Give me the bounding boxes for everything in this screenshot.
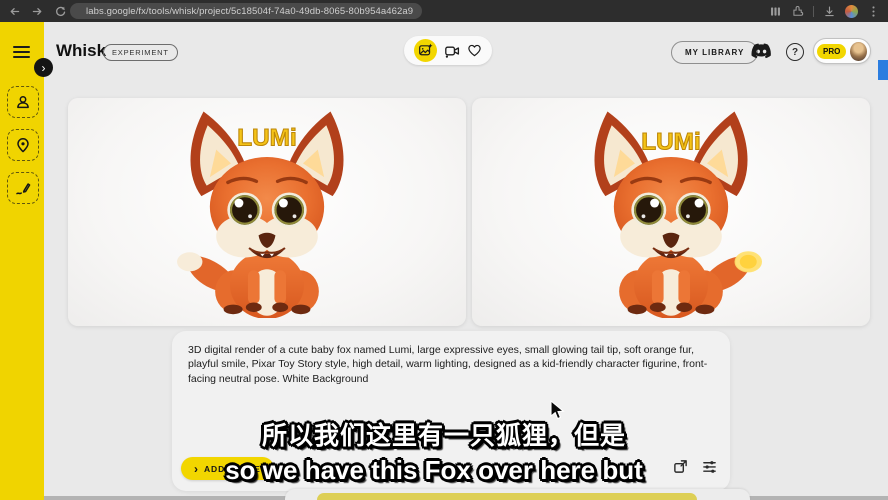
sidebar-item-subject[interactable] — [7, 86, 39, 118]
favorites-button[interactable] — [467, 43, 482, 58]
bottom-prompt-field[interactable] — [317, 493, 697, 500]
browser-menu-icon[interactable] — [867, 5, 880, 18]
reload-icon[interactable] — [50, 3, 70, 19]
divider — [813, 6, 814, 17]
chevron-right-icon: › — [42, 62, 46, 74]
forward-icon[interactable] — [27, 3, 47, 19]
fox-illustration-2: LUMi — [544, 104, 798, 318]
heart-icon — [467, 43, 482, 58]
app-window: labs.google/fx/tools/whisk/project/5c185… — [0, 0, 888, 500]
page-title: Whisk — [56, 41, 106, 61]
person-icon — [15, 94, 31, 110]
extensions-icon[interactable] — [791, 5, 804, 18]
back-icon[interactable] — [4, 3, 24, 19]
video-mode-button[interactable] — [444, 43, 460, 59]
account-button[interactable]: PRO — [813, 38, 871, 64]
generated-image-card-2[interactable]: LUMi — [472, 98, 870, 326]
mouse-cursor — [550, 400, 566, 422]
generated-image-card-1[interactable]: LUMi — [68, 98, 466, 326]
tab-groups-icon[interactable] — [769, 5, 782, 18]
browser-profile-avatar[interactable] — [845, 5, 858, 18]
sidebar-expand-button[interactable]: › — [34, 58, 53, 77]
experiment-badge: EXPERIMENT — [103, 44, 178, 61]
discord-icon[interactable] — [751, 43, 771, 59]
prompt-text[interactable]: 3D digital render of a cute baby fox nam… — [188, 343, 720, 386]
fox-name-text: LUMi — [641, 129, 700, 156]
image-sparkle-icon — [418, 43, 433, 58]
fox-illustration-1: LUMi — [140, 104, 394, 318]
user-avatar — [850, 42, 867, 61]
video-camera-icon — [444, 43, 460, 59]
subtitle-english: so we have this Fox over here but — [0, 455, 878, 486]
location-pin-icon — [15, 137, 31, 153]
sidebar-item-style[interactable] — [7, 172, 39, 204]
download-icon[interactable] — [823, 5, 836, 18]
my-library-button[interactable]: MY LIBRARY — [671, 41, 758, 64]
scrollbar-thumb[interactable] — [878, 60, 888, 80]
help-button[interactable]: ? — [786, 43, 804, 61]
fox-name-text: LUMi — [237, 124, 296, 151]
image-mode-button[interactable] — [414, 39, 437, 62]
sidebar-item-scene[interactable] — [7, 129, 39, 161]
mode-toolbar — [404, 36, 492, 65]
menu-icon[interactable] — [13, 46, 30, 58]
url-bar[interactable]: labs.google/fx/tools/whisk/project/5c185… — [70, 3, 422, 19]
style-brush-icon — [15, 180, 31, 196]
pro-badge: PRO — [817, 44, 846, 59]
subtitle-chinese: 所以我们这里有一只狐狸，但是 — [0, 416, 888, 452]
browser-actions — [769, 0, 880, 22]
url-text: labs.google/fx/tools/whisk/project/5c185… — [86, 6, 413, 17]
